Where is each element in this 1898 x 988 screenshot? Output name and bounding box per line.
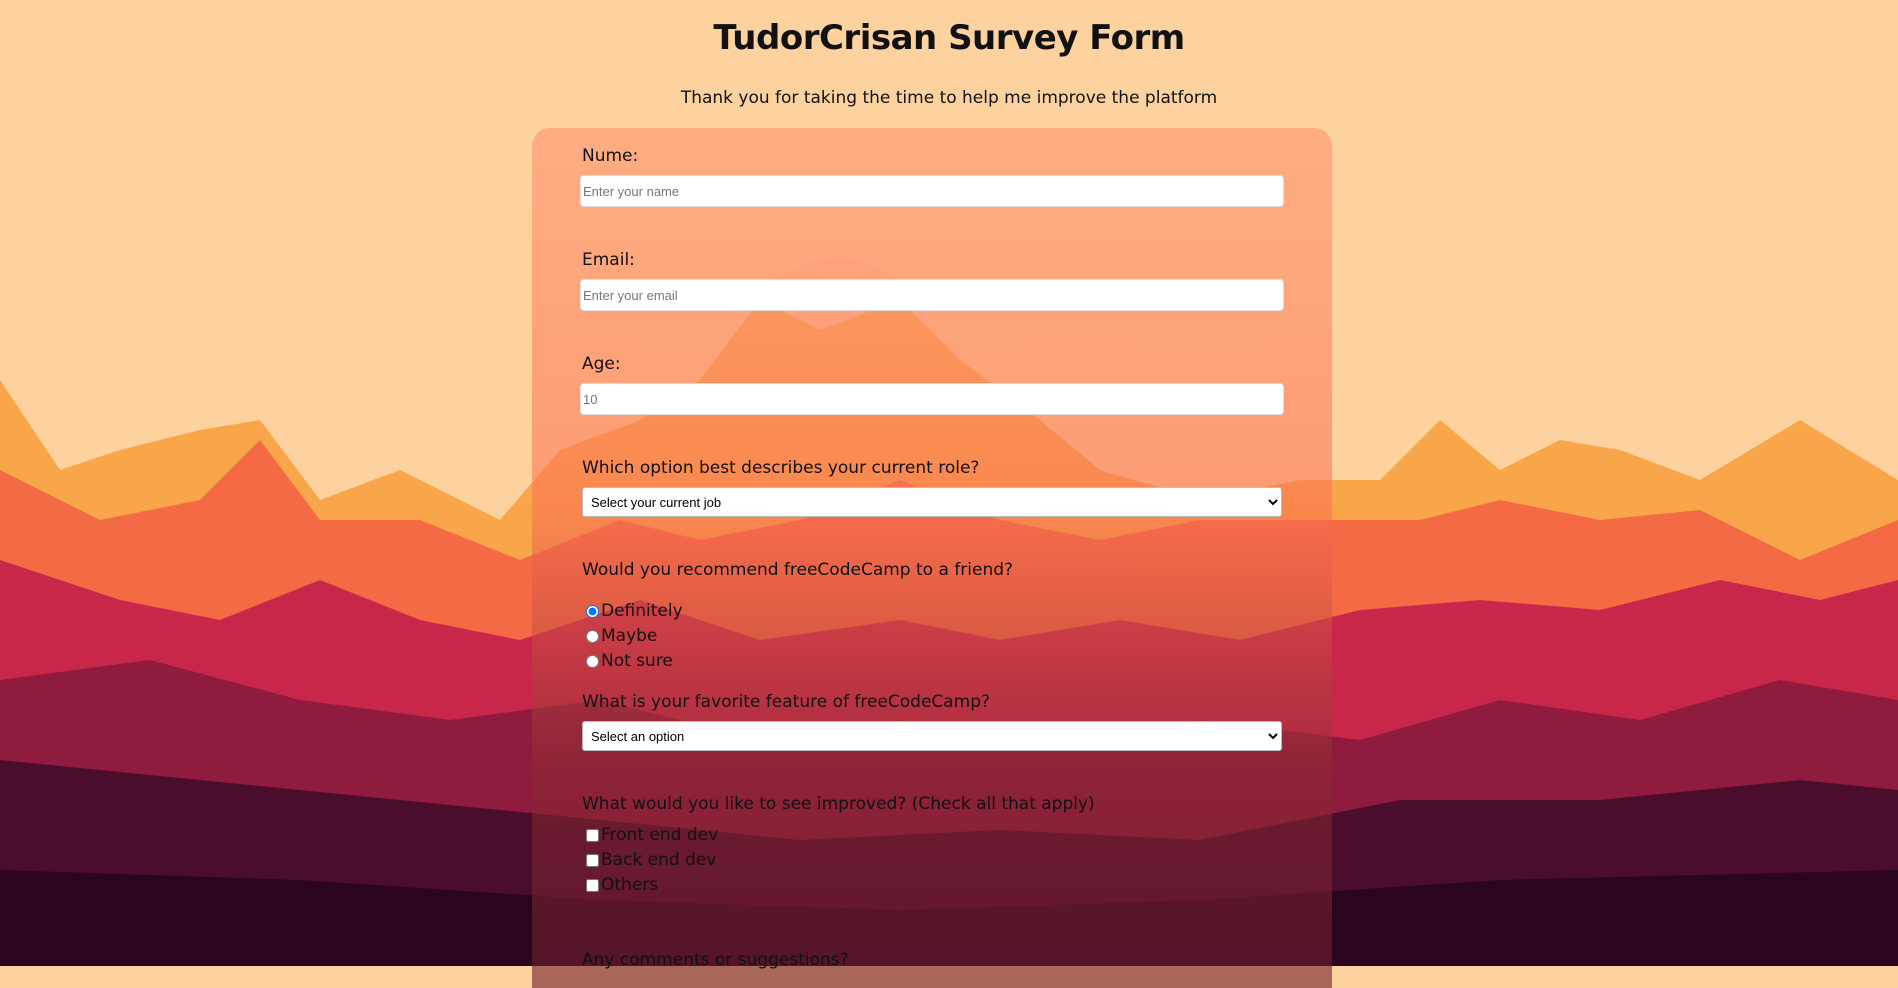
recommend-option-not-sure[interactable]: Not sure [586, 651, 673, 671]
recommend-option-label: Not sure [601, 651, 673, 671]
age-label: Age: [582, 354, 621, 374]
name-input[interactable] [580, 175, 1284, 207]
recommend-radio-not-sure[interactable] [586, 654, 599, 668]
improve-option-others[interactable]: Others [586, 875, 658, 895]
page-title: TudorCrisan Survey Form [713, 18, 1185, 58]
age-input[interactable] [580, 383, 1284, 415]
role-label: Which option best describes your current… [582, 458, 980, 478]
role-select[interactable]: Select your current job [582, 487, 1282, 517]
improve-option-front-end[interactable]: Front end dev [586, 825, 718, 845]
recommend-option-definitely[interactable]: Definitely [586, 601, 683, 621]
email-label: Email: [582, 250, 635, 270]
improve-checkbox-others[interactable] [586, 878, 599, 892]
recommend-option-label: Definitely [601, 601, 683, 621]
improve-option-label: Front end dev [601, 825, 719, 845]
improve-checkbox-front-end[interactable] [586, 828, 599, 842]
recommend-option-maybe[interactable]: Maybe [586, 626, 657, 646]
recommend-radio-maybe[interactable] [586, 629, 599, 643]
recommend-radio-definitely[interactable] [586, 604, 599, 618]
improve-label: What would you like to see improved? (Ch… [582, 794, 1095, 814]
improve-option-back-end[interactable]: Back end dev [586, 850, 716, 870]
improve-option-label: Others [601, 875, 659, 895]
improve-option-label: Back end dev [601, 850, 717, 870]
name-label: Nume: [582, 146, 639, 166]
recommend-option-label: Maybe [601, 626, 658, 646]
improve-checkbox-back-end[interactable] [586, 853, 599, 867]
recommend-label: Would you recommend freeCodeCamp to a fr… [582, 560, 1014, 580]
feature-select[interactable]: Select an option [582, 721, 1282, 751]
page-subtitle: Thank you for taking the time to help me… [680, 88, 1218, 108]
comments-label: Any comments or suggestions? [582, 950, 849, 970]
email-input[interactable] [580, 279, 1284, 311]
feature-label: What is your favorite feature of freeCod… [582, 692, 991, 712]
